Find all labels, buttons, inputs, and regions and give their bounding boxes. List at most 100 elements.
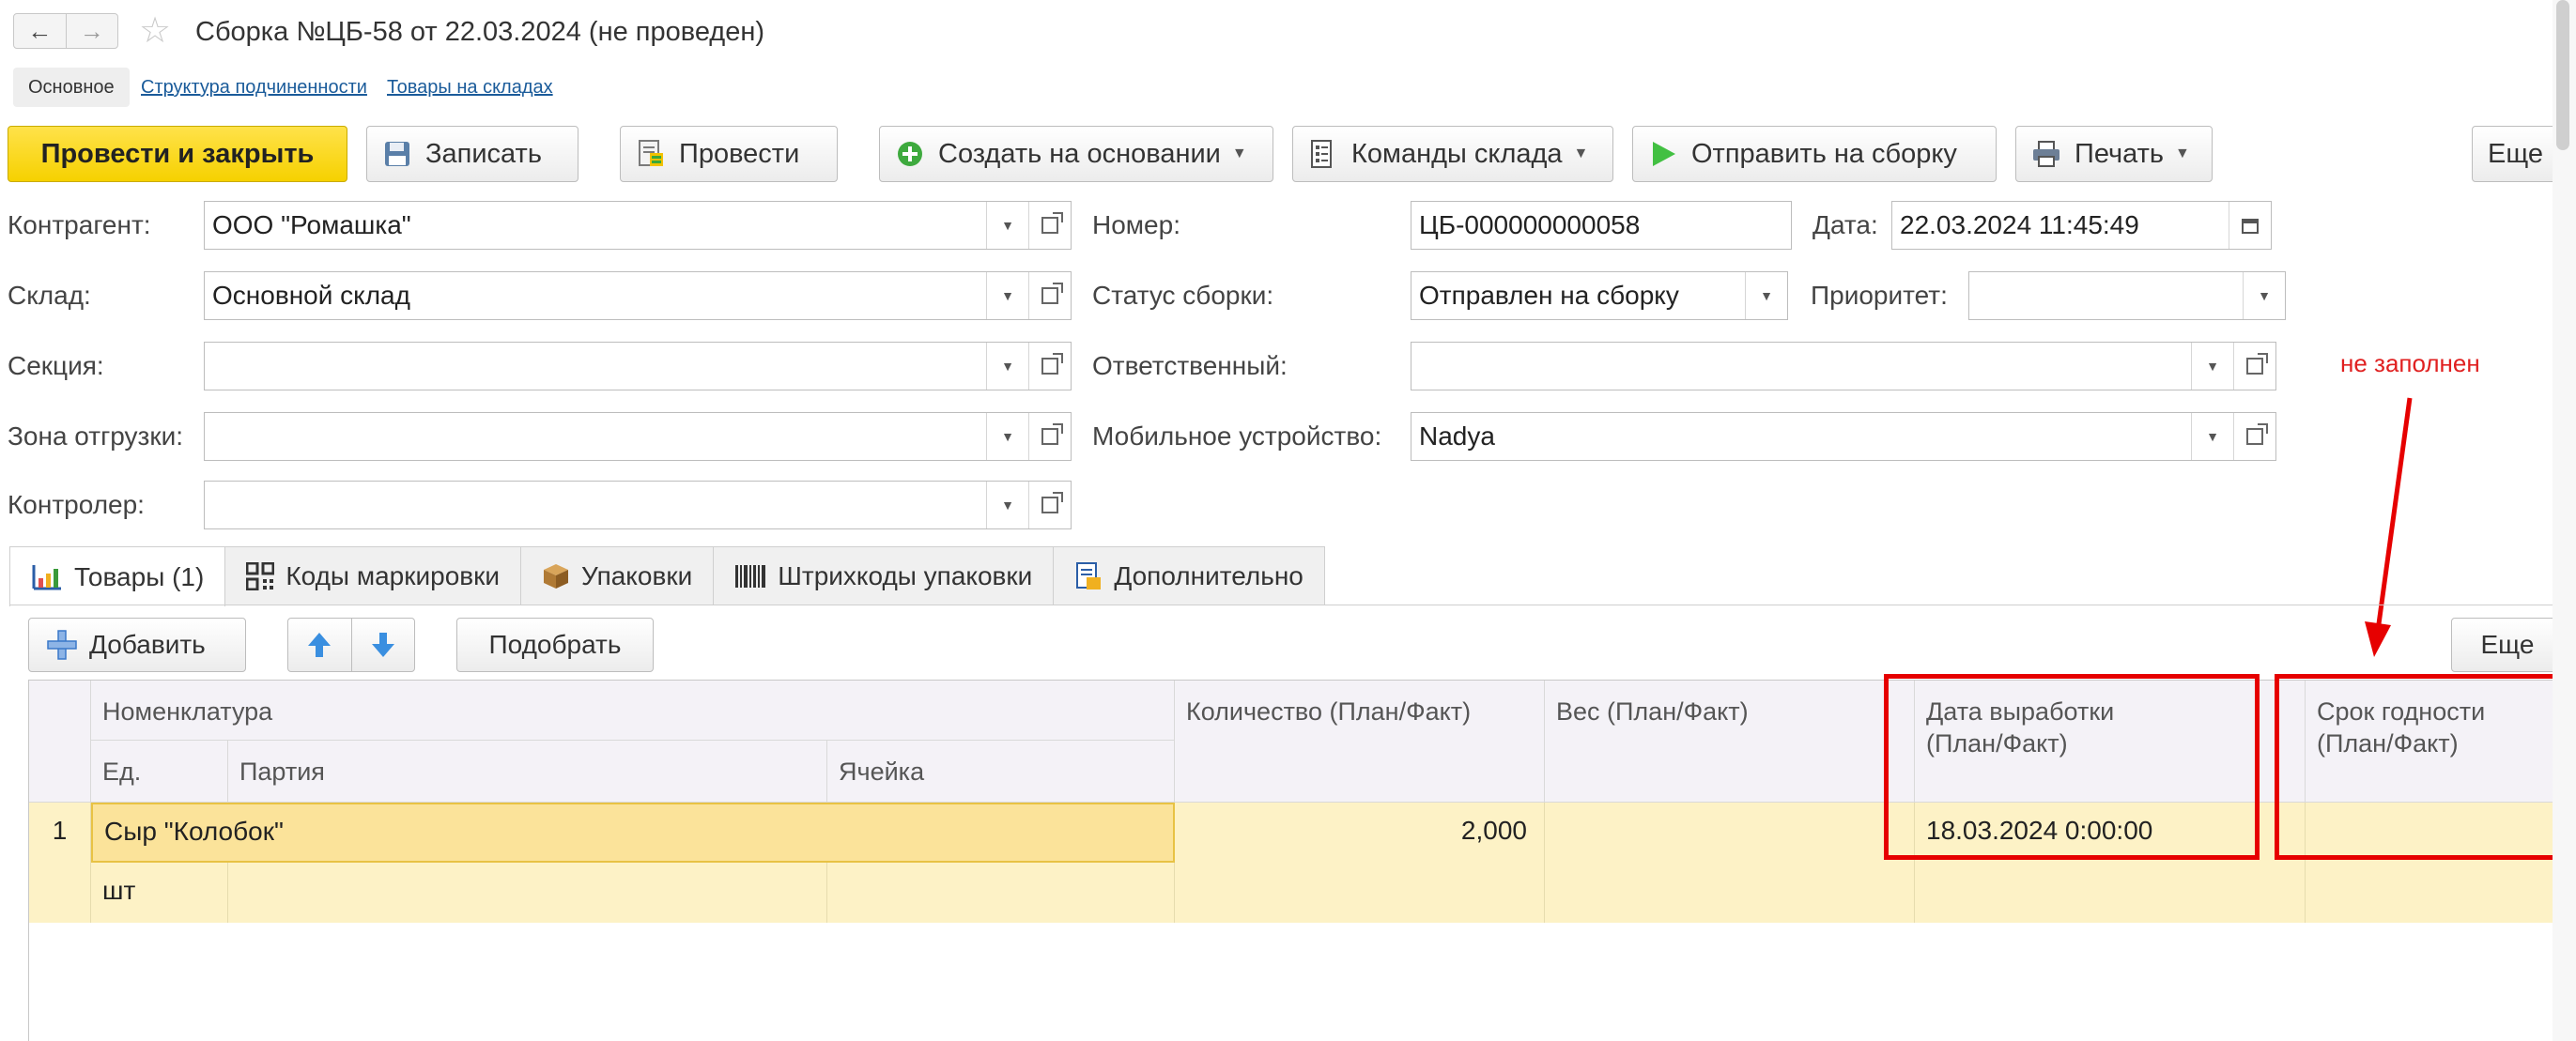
counterparty-field[interactable]: ООО "Ромашка" ▼ bbox=[204, 201, 1072, 250]
play-icon bbox=[1648, 139, 1678, 169]
save-button[interactable]: Записать bbox=[366, 126, 578, 182]
section-field[interactable]: ▼ bbox=[204, 342, 1072, 390]
move-up-arrow-icon[interactable] bbox=[288, 619, 352, 671]
plus-icon bbox=[46, 629, 78, 661]
tab-additional[interactable]: Дополнительно bbox=[1053, 546, 1325, 605]
section-value[interactable] bbox=[205, 343, 986, 390]
chevron-down-icon: ▼ bbox=[1573, 145, 1589, 161]
table-more-label: Еще bbox=[2480, 630, 2535, 659]
dropdown-arrow-icon[interactable]: ▼ bbox=[986, 413, 1028, 460]
section-main[interactable]: Основное bbox=[13, 68, 130, 107]
plus-circle-icon bbox=[895, 139, 925, 169]
dropdown-arrow-icon[interactable]: ▼ bbox=[1745, 272, 1787, 319]
weight-header[interactable]: Вес (План/Факт) bbox=[1545, 681, 1915, 803]
number-label: Номер: bbox=[1092, 210, 1180, 239]
controller-value[interactable] bbox=[205, 482, 986, 528]
counterparty-value[interactable]: ООО "Ромашка" bbox=[205, 202, 986, 249]
dropdown-arrow-icon[interactable]: ▼ bbox=[986, 272, 1028, 319]
batch-cell[interactable] bbox=[228, 863, 827, 923]
qr-icon bbox=[246, 562, 275, 590]
tab-packages[interactable]: Упаковки bbox=[520, 546, 715, 605]
pick-button[interactable]: Подобрать bbox=[456, 618, 654, 672]
weight-sub-cell bbox=[1545, 863, 1915, 923]
nomenclature-header[interactable]: Номенклатура bbox=[91, 681, 1175, 741]
dropdown-arrow-icon[interactable]: ▼ bbox=[986, 482, 1028, 528]
floppy-disk-icon bbox=[382, 139, 412, 169]
assembly-status-field[interactable]: Отправлен на сборку ▼ bbox=[1411, 271, 1788, 320]
controller-field[interactable]: ▼ bbox=[204, 481, 1072, 529]
open-form-icon[interactable] bbox=[1028, 272, 1071, 319]
priority-value[interactable] bbox=[1969, 272, 2243, 319]
warehouse-field[interactable]: Основной склад ▼ bbox=[204, 271, 1072, 320]
favorite-star-icon[interactable]: ☆ bbox=[139, 13, 171, 49]
tab-goods-label: Товары (1) bbox=[74, 561, 205, 591]
open-form-icon[interactable] bbox=[1028, 202, 1071, 249]
weight-cell[interactable] bbox=[1545, 803, 1915, 863]
send-to-assembly-button[interactable]: Отправить на сборку bbox=[1632, 126, 1997, 182]
responsible-value[interactable] bbox=[1411, 343, 2191, 390]
tab-additional-label: Дополнительно bbox=[1114, 561, 1303, 590]
dropdown-arrow-icon[interactable]: ▼ bbox=[986, 343, 1028, 390]
shipping-zone-field[interactable]: ▼ bbox=[204, 412, 1072, 461]
cell-cell[interactable] bbox=[827, 863, 1175, 923]
date-field[interactable]: 22.03.2024 11:45:49 bbox=[1891, 201, 2272, 250]
post-button[interactable]: Провести bbox=[620, 126, 838, 182]
nomenclature-cell[interactable]: Сыр "Колобок" bbox=[91, 803, 1175, 863]
assembly-status-value[interactable]: Отправлен на сборку bbox=[1411, 272, 1745, 319]
quantity-sub-cell bbox=[1175, 863, 1545, 923]
row-number-sub bbox=[29, 863, 91, 923]
dropdown-arrow-icon[interactable]: ▼ bbox=[2191, 343, 2233, 390]
warehouse-list-icon bbox=[1308, 139, 1338, 169]
unit-header[interactable]: Ед. bbox=[91, 741, 228, 803]
move-down-arrow-icon[interactable] bbox=[352, 619, 415, 671]
forward-arrow-icon[interactable]: → bbox=[65, 14, 118, 48]
cell-header[interactable]: Ячейка bbox=[827, 741, 1175, 803]
back-arrow-icon[interactable]: ← bbox=[14, 14, 66, 48]
quantity-cell[interactable]: 2,000 bbox=[1175, 803, 1545, 863]
more-label: Еще bbox=[2488, 138, 2544, 169]
shipping-zone-label: Зона отгрузки: bbox=[8, 421, 184, 451]
priority-field[interactable]: ▼ bbox=[1968, 271, 2286, 320]
table-more-button[interactable]: Еще bbox=[2451, 618, 2564, 672]
tab-package-barcodes[interactable]: Штрихкоды упаковки bbox=[713, 546, 1055, 605]
tab-goods[interactable]: Товары (1) bbox=[9, 546, 226, 606]
calendar-icon[interactable] bbox=[2229, 202, 2271, 249]
quantity-header[interactable]: Количество (План/Факт) bbox=[1175, 681, 1545, 803]
responsible-field[interactable]: ▼ bbox=[1411, 342, 2276, 390]
post-label: Провести bbox=[679, 138, 800, 169]
date-value[interactable]: 22.03.2024 11:45:49 bbox=[1892, 202, 2229, 249]
section-stock-link[interactable]: Товары на складах bbox=[387, 68, 553, 107]
open-form-icon[interactable] bbox=[1028, 482, 1071, 528]
date-label: Дата: bbox=[1812, 210, 1878, 239]
move-buttons bbox=[287, 618, 415, 672]
batch-header[interactable]: Партия bbox=[228, 741, 827, 803]
create-based-on-button[interactable]: Создать на основании ▼ bbox=[879, 126, 1273, 182]
number-field[interactable]: ЦБ-000000000058 bbox=[1411, 201, 1792, 250]
send-to-assembly-label: Отправить на сборку bbox=[1691, 138, 1957, 169]
warehouse-value[interactable]: Основной склад bbox=[205, 272, 986, 319]
section-structure-link[interactable]: Структура подчиненности bbox=[141, 68, 367, 107]
open-form-icon[interactable] bbox=[1028, 413, 1071, 460]
add-row-button[interactable]: Добавить bbox=[28, 618, 246, 672]
controller-label: Контролер: bbox=[8, 490, 145, 519]
post-and-close-button[interactable]: Провести и закрыть bbox=[8, 126, 347, 182]
add-row-label: Добавить bbox=[89, 630, 206, 659]
number-value[interactable]: ЦБ-000000000058 bbox=[1411, 202, 1791, 249]
barcode-icon bbox=[734, 563, 766, 589]
dropdown-arrow-icon[interactable]: ▼ bbox=[986, 202, 1028, 249]
dropdown-arrow-icon[interactable]: ▼ bbox=[2191, 413, 2233, 460]
open-form-icon[interactable] bbox=[1028, 343, 1071, 390]
open-form-icon[interactable] bbox=[2233, 413, 2275, 460]
tab-marking-codes[interactable]: Коды маркировки bbox=[224, 546, 522, 605]
mobile-device-field[interactable]: Nadya ▼ bbox=[1411, 412, 2276, 461]
open-form-icon[interactable] bbox=[2233, 343, 2275, 390]
shipping-zone-value[interactable] bbox=[205, 413, 986, 460]
unit-cell[interactable]: шт bbox=[91, 863, 228, 923]
mobile-device-value[interactable]: Nadya bbox=[1411, 413, 2191, 460]
scrollbar-thumb[interactable] bbox=[2556, 0, 2569, 150]
vertical-scrollbar[interactable] bbox=[2553, 0, 2576, 1041]
save-label: Записать bbox=[425, 138, 542, 169]
dropdown-arrow-icon[interactable]: ▼ bbox=[2243, 272, 2285, 319]
warehouse-commands-button[interactable]: Команды склада ▼ bbox=[1292, 126, 1613, 182]
print-button[interactable]: Печать ▼ bbox=[2015, 126, 2213, 182]
